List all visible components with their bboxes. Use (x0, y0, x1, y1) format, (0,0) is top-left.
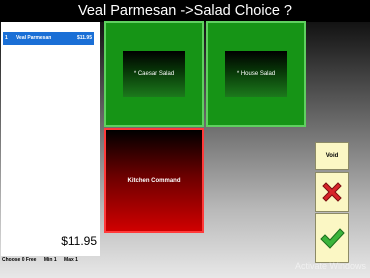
order-item-price: $11.95 (76, 35, 92, 41)
void-button[interactable]: Void (315, 142, 349, 170)
min-label: Min 1 (43, 257, 57, 263)
kitchen-command-button[interactable]: Kitchen Command (104, 128, 204, 233)
activate-windows-watermark: Activate Windows (295, 261, 367, 271)
order-item[interactable]: 1 Veal Parmesan $11.95 (3, 32, 94, 45)
green-check-icon (320, 228, 345, 249)
void-label: Void (325, 153, 339, 159)
caesar-salad-label: * Caesar Salad (123, 51, 185, 97)
house-salad-button[interactable]: * House Salad (206, 21, 306, 127)
choice-limits: Choose 0 Free Min 1 Max 1 (2, 256, 102, 264)
order-total: $11.95 (61, 234, 97, 248)
order-panel: 1 Veal Parmesan $11.95 (1, 22, 100, 256)
choose-free-label: Choose 0 Free (2, 257, 37, 263)
red-x-icon (322, 182, 342, 202)
confirm-button[interactable] (315, 213, 349, 263)
kitchen-command-label: Kitchen Command (127, 177, 181, 184)
order-item-name: Veal Parmesan (16, 35, 52, 41)
max-label: Max 1 (64, 257, 78, 263)
caesar-salad-button[interactable]: * Caesar Salad (104, 21, 204, 127)
house-salad-label: * House Salad (225, 51, 287, 97)
cancel-button[interactable] (315, 172, 349, 212)
page-title: Veal Parmesan ->Salad Choice ? (0, 0, 370, 22)
order-item-qty: 1 (5, 35, 8, 41)
